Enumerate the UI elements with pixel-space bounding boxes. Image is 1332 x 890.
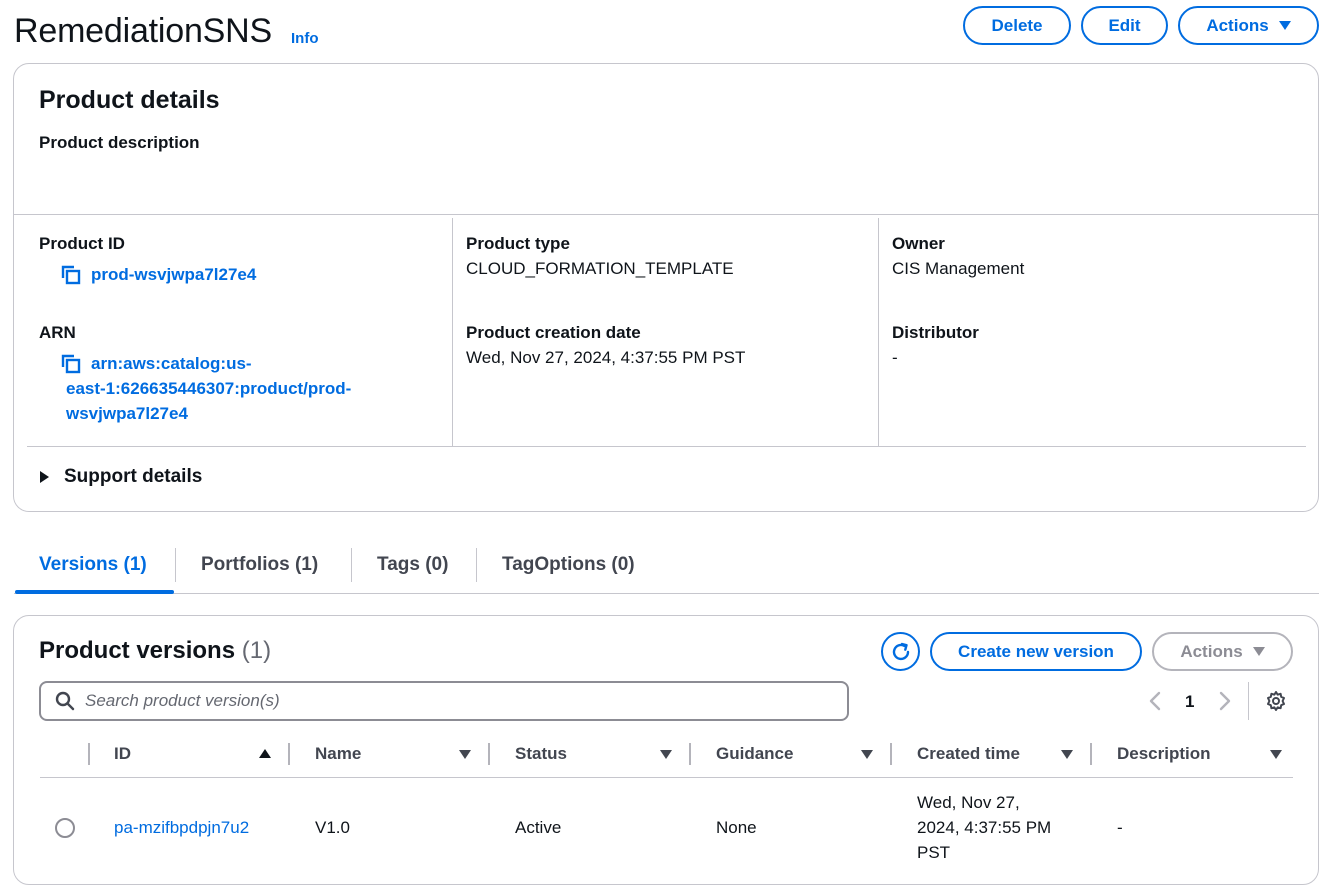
search-box[interactable]: [39, 681, 849, 721]
gear-icon[interactable]: [1265, 690, 1287, 712]
info-link[interactable]: Info: [291, 30, 319, 47]
column-header-guidance[interactable]: Guidance: [716, 744, 793, 764]
column-header-created-time[interactable]: Created time: [917, 744, 1020, 764]
table-header-divider: [40, 777, 1293, 778]
support-details-expander[interactable]: Support details: [40, 466, 202, 488]
version-description: -: [1117, 818, 1123, 837]
column-divider: [452, 218, 453, 446]
version-name: V1.0: [315, 818, 350, 837]
active-tab-indicator: [15, 590, 174, 594]
column-separator: [689, 743, 691, 765]
column-header-status[interactable]: Status: [515, 744, 567, 764]
copy-icon[interactable]: [61, 354, 81, 374]
caret-down-icon: [1252, 647, 1265, 656]
product-type-value: CLOUD_FORMATION_TEMPLATE: [466, 259, 734, 278]
sort-icon[interactable]: [1061, 750, 1073, 759]
arn-link-line2[interactable]: east-1:626635446307:product/prod-: [66, 376, 351, 401]
edit-button[interactable]: Edit: [1081, 6, 1168, 45]
owner-label: Owner: [892, 234, 945, 253]
page-title: RemediationSNS: [14, 12, 272, 50]
distributor-value: -: [892, 348, 898, 367]
column-header-name[interactable]: Name: [315, 744, 361, 764]
version-created-line2: 2024, 4:37:55 PM: [917, 818, 1052, 837]
product-id-link[interactable]: prod-wsvjwpa7l27e4: [91, 262, 256, 287]
arn-link-line3[interactable]: wsvjwpa7l27e4: [66, 401, 188, 426]
chevron-right-icon[interactable]: [1218, 691, 1232, 711]
arn-label: ARN: [39, 323, 76, 342]
caret-right-icon: [40, 471, 49, 483]
sort-icon[interactable]: [861, 750, 873, 759]
product-description-label: Product description: [39, 133, 200, 152]
tabs-bottom-border: [14, 593, 1319, 594]
copy-icon[interactable]: [61, 265, 81, 285]
search-input[interactable]: [85, 691, 785, 711]
tab-separator: [175, 548, 176, 582]
product-versions-heading: Product versions (1): [39, 637, 271, 665]
column-divider: [878, 218, 879, 446]
tab-tagoptions[interactable]: TagOptions (0): [502, 554, 635, 576]
caret-down-icon: [1278, 21, 1291, 30]
product-creation-date-value: Wed, Nov 27, 2024, 4:37:55 PM PST: [466, 348, 746, 367]
tab-tags[interactable]: Tags (0): [377, 554, 448, 576]
column-header-id[interactable]: ID: [114, 744, 131, 764]
distributor-label: Distributor: [892, 323, 979, 342]
sort-icon[interactable]: [1270, 750, 1282, 759]
column-separator: [488, 743, 490, 765]
row-select-radio[interactable]: [55, 818, 75, 838]
sort-ascending-icon[interactable]: [259, 749, 271, 758]
refresh-button[interactable]: [881, 632, 920, 671]
support-details-label: Support details: [64, 466, 203, 487]
product-creation-date-label: Product creation date: [466, 323, 641, 342]
version-id-link[interactable]: pa-mzifbpdpjn7u2: [114, 818, 249, 838]
owner-value: CIS Management: [892, 259, 1025, 278]
product-type-label: Product type: [466, 234, 570, 253]
product-details-card: [13, 63, 1319, 512]
column-separator: [890, 743, 892, 765]
arn-link-line1[interactable]: arn:aws:catalog:us-: [91, 351, 252, 376]
delete-button[interactable]: Delete: [963, 6, 1071, 45]
page-number[interactable]: 1: [1185, 692, 1194, 712]
product-versions-count: (1): [241, 637, 272, 664]
product-details-heading: Product details: [39, 86, 220, 114]
column-separator: [288, 743, 290, 765]
sort-icon[interactable]: [660, 750, 672, 759]
versions-actions-label: Actions: [1180, 641, 1243, 661]
sort-icon[interactable]: [459, 750, 471, 759]
create-new-version-button[interactable]: Create new version: [930, 632, 1142, 671]
version-created-line3: PST: [917, 843, 951, 862]
divider: [27, 446, 1306, 447]
column-separator: [88, 743, 90, 765]
version-status: Active: [515, 818, 562, 837]
actions-dropdown-button[interactable]: Actions: [1178, 6, 1319, 45]
refresh-icon: [892, 642, 909, 660]
versions-actions-button[interactable]: Actions: [1152, 632, 1293, 671]
tab-versions[interactable]: Versions (1): [39, 554, 147, 576]
tab-separator: [476, 548, 477, 582]
version-created-line1: Wed, Nov 27,: [917, 793, 1020, 812]
chevron-left-icon[interactable]: [1148, 691, 1162, 711]
actions-label: Actions: [1206, 15, 1269, 35]
divider: [14, 214, 1318, 215]
product-versions-title: Product versions: [39, 637, 236, 664]
tab-portfolios[interactable]: Portfolios (1): [201, 554, 318, 576]
product-id-label: Product ID: [39, 234, 125, 253]
pager-divider: [1248, 682, 1249, 720]
search-icon: [55, 691, 75, 711]
column-separator: [1090, 743, 1092, 765]
version-guidance: None: [716, 818, 757, 837]
tab-separator: [351, 548, 352, 582]
column-header-description[interactable]: Description: [1117, 744, 1211, 764]
